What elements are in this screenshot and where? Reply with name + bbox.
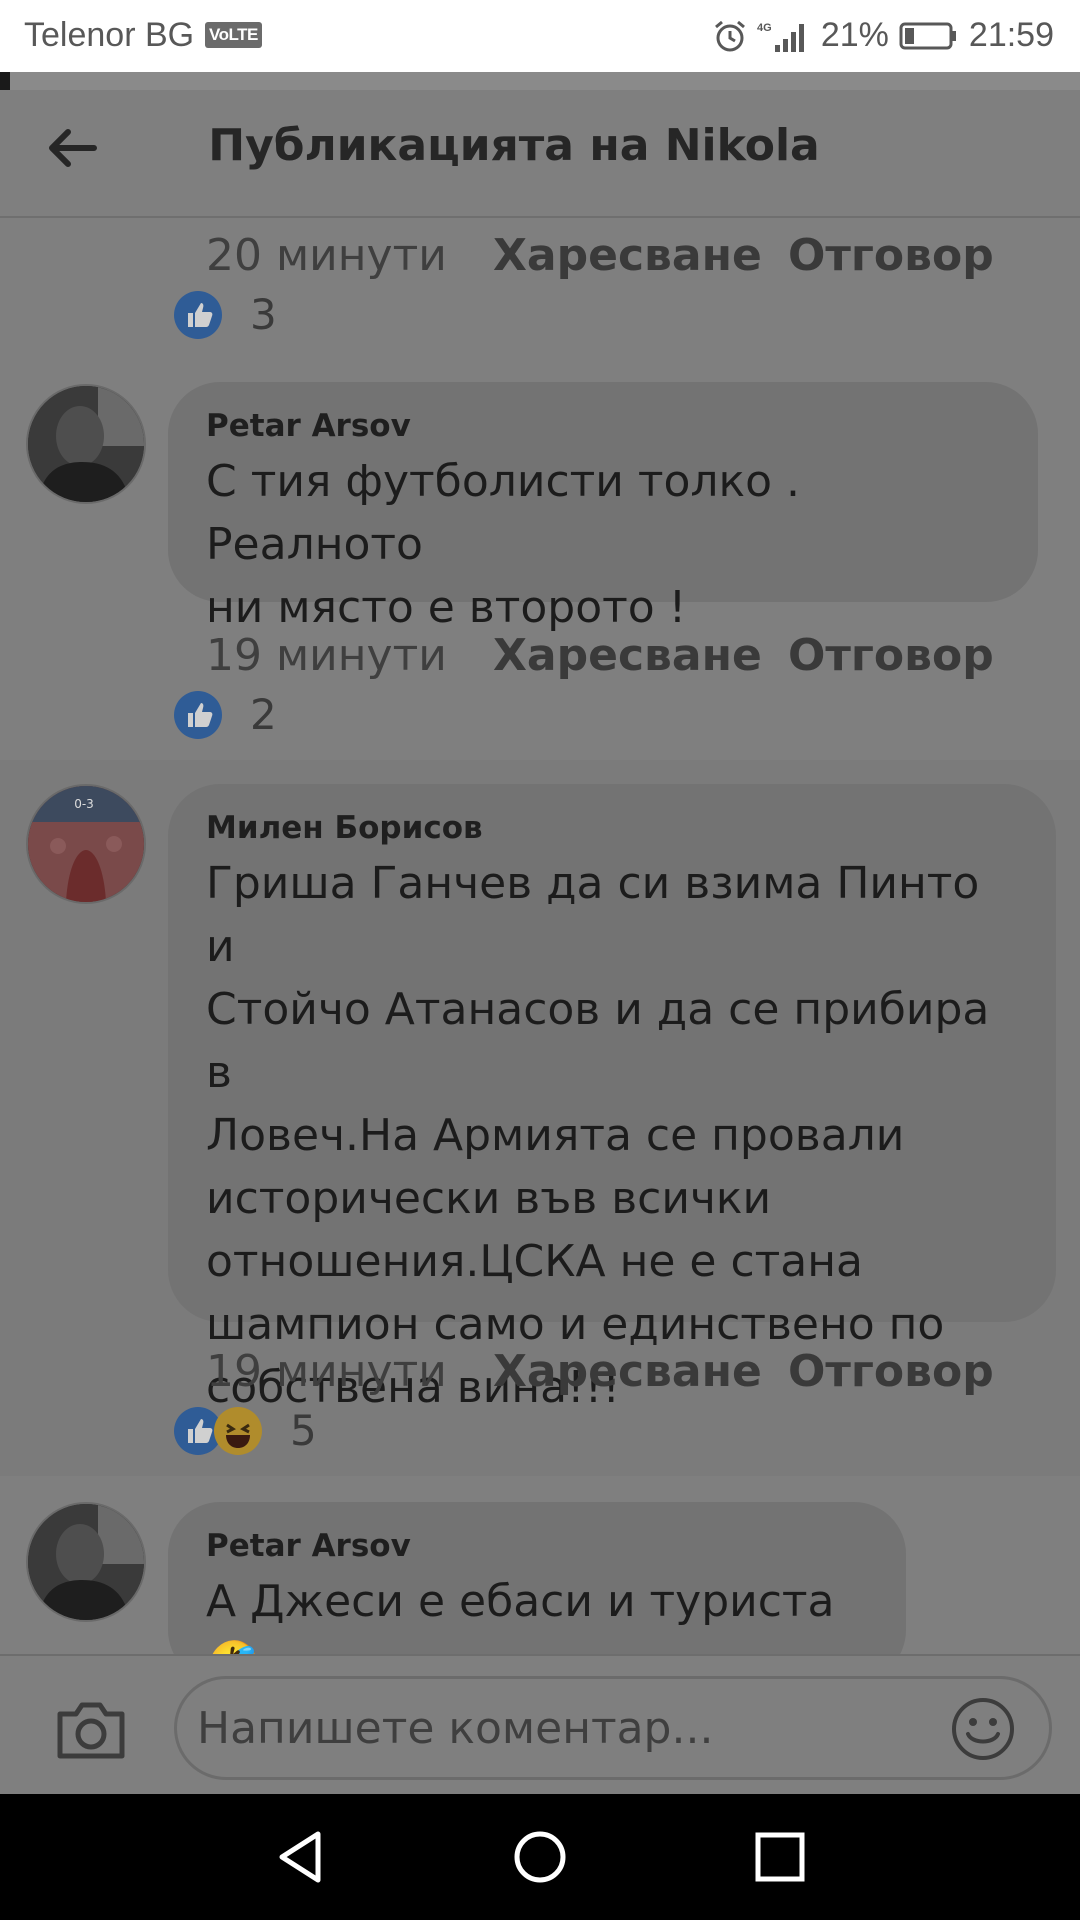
comment-text: Гриша Ганчев да си взима Пинто и Стойчо … <box>206 858 990 1413</box>
battery-fill <box>904 27 914 44</box>
comment-bubble[interactable]: Милен Борисов Гриша Ганчев да си взима П… <box>168 784 1056 1413</box>
system-nav-bar <box>0 1794 1080 1920</box>
avatar-score-text: 0-3 <box>74 797 94 811</box>
comment-composer <box>0 1654 1080 1796</box>
reactions-summary[interactable]: 2 <box>174 690 277 739</box>
reply-button[interactable]: Отговор <box>788 230 994 281</box>
nav-recent-apps-icon[interactable] <box>752 1826 808 1888</box>
network-type-label: 4G <box>757 22 772 34</box>
carrier-name: Telenor BG <box>24 16 195 54</box>
smiley-icon[interactable] <box>950 1696 1016 1762</box>
loading-indicator <box>0 72 10 90</box>
page-title: Публикацията на Nikola <box>208 120 820 171</box>
volte-badge: VoLTE <box>205 22 262 48</box>
nav-back-icon[interactable] <box>272 1826 328 1888</box>
app-header: Публикацията на Nikola <box>0 90 1080 218</box>
reaction-count: 5 <box>290 1406 317 1455</box>
like-button[interactable]: Харесване <box>493 1346 788 1397</box>
battery-percent: 21% <box>820 16 889 54</box>
reply-button[interactable]: Отговор <box>788 1346 994 1397</box>
laughing-face-icon <box>214 1406 262 1455</box>
status-bar: Telenor BG VoLTE 4G 21% 21:59 <box>0 0 1080 72</box>
comments-feed[interactable]: 20 минути Харесване Отговор 3 Petar Arso… <box>0 218 1080 1654</box>
comment-text: А Джеси е ебаси и туриста 🤣 <box>206 1576 835 1654</box>
comment-input[interactable] <box>174 1676 1052 1780</box>
clock: 21:59 <box>968 16 1054 54</box>
comment-text: С тия футболисти толко . Реалното ни мяс… <box>206 456 800 633</box>
nav-home-icon[interactable] <box>512 1826 568 1888</box>
alarm-icon <box>714 20 745 51</box>
reactions-summary[interactable]: 5 <box>174 1406 317 1455</box>
comment-time: 19 минути <box>206 1346 447 1397</box>
loading-track <box>10 72 1080 90</box>
comment-author[interactable]: Petar Arsov <box>206 408 1000 444</box>
status-icons: 4G 21% 21:59 <box>713 16 1054 55</box>
comment-time: 20 минути <box>206 230 447 281</box>
reaction-count: 3 <box>250 290 277 339</box>
avatar[interactable] <box>26 1502 146 1622</box>
like-button[interactable]: Харесване <box>493 630 788 681</box>
thumbs-up-icon <box>174 690 222 739</box>
comment-bubble[interactable]: Petar Arsov С тия футболисти толко . Реа… <box>168 382 1038 633</box>
reactions-summary[interactable]: 3 <box>174 290 277 339</box>
like-button[interactable]: Харесване <box>493 230 788 281</box>
battery-icon <box>899 22 956 49</box>
comment-meta-row: 20 минути Харесване Отговор <box>206 230 994 281</box>
reaction-count: 2 <box>250 690 277 739</box>
comment-meta-row: 19 минути Харесване Отговор <box>206 1346 994 1397</box>
comment-time: 19 минути <box>206 630 447 681</box>
comment-author[interactable]: Милен Борисов <box>206 810 1018 846</box>
avatar[interactable]: 0-3 <box>26 784 146 904</box>
thumbs-up-icon <box>174 290 222 339</box>
comment-bubble[interactable]: Petar Arsov А Джеси е ебаси и туриста 🤣 <box>168 1502 906 1654</box>
signal-icon: 4G <box>757 22 804 52</box>
avatar[interactable] <box>26 384 146 504</box>
reply-button[interactable]: Отговор <box>788 630 994 681</box>
comment-author[interactable]: Petar Arsov <box>206 1528 868 1564</box>
camera-icon[interactable] <box>54 1698 128 1762</box>
comment-meta-row: 19 минути Харесване Отговор <box>206 630 994 681</box>
